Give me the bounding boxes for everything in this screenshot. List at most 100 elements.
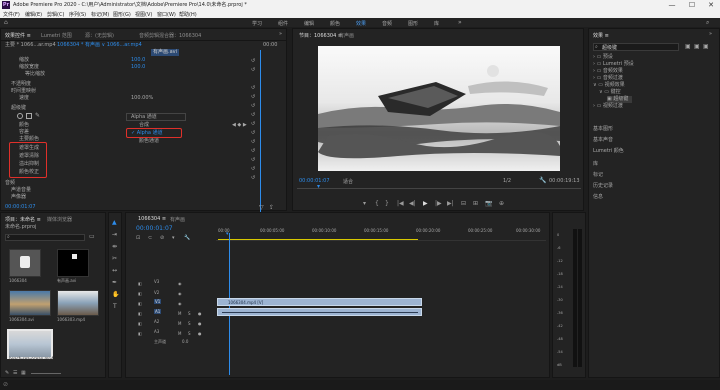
pen-tool-icon[interactable]: ✒ (112, 279, 117, 286)
home-icon[interactable]: ⌂ (4, 19, 8, 26)
menu-graphics[interactable]: 图形(G) (113, 11, 131, 18)
timeline-timecode[interactable]: 00:00:01:07 (136, 225, 173, 232)
hand-tool-icon[interactable]: ✋ (112, 291, 119, 298)
thumb-1066303-mp4[interactable] (57, 290, 99, 316)
track-v3[interactable]: V3 (154, 279, 159, 284)
add-marker-button[interactable]: ▾ (363, 200, 366, 208)
32bit-effects-icon[interactable]: ▣ (694, 43, 700, 50)
thumb-sequence[interactable] (9, 249, 41, 277)
thumb-1066304-avi[interactable] (9, 290, 51, 316)
zoom-slider[interactable] (31, 373, 61, 374)
ellipse-mask-icon[interactable] (17, 113, 23, 119)
menu-marker[interactable]: 标记(M) (91, 11, 109, 18)
tab-media-browser[interactable]: 媒体浏览器 (47, 216, 72, 223)
panel-info[interactable]: 信息 (593, 194, 603, 201)
tree-lumetri-presets[interactable]: › ▭ Lumetri 预设 (593, 61, 634, 68)
workspace-learn[interactable]: 学习 (252, 20, 262, 27)
prop-scale-value[interactable]: 100.0 (131, 57, 145, 64)
tab-program-extra[interactable]: 有声画 (339, 32, 354, 39)
prop-speed-value[interactable]: 100.00% (131, 95, 153, 102)
snap-icon[interactable]: ⊂ (148, 235, 152, 241)
workspace-libraries[interactable]: 库 (434, 20, 439, 27)
panel-markers[interactable]: 标记 (593, 172, 603, 179)
menu-edit[interactable]: 编辑(E) (25, 11, 42, 18)
reset-icon[interactable]: ↺ ↺ ↺ ↺ ↺ ↺ ↺ ↺ ↺ ↺ ↺ ↺ ↺ (251, 57, 255, 183)
track-lock-icon[interactable]: ◧ ◧ ◧ ◧ ◧ ◧ (138, 279, 142, 339)
workspace-graphics[interactable]: 图形 (408, 20, 418, 27)
mark-out-button[interactable]: } (385, 200, 389, 208)
track-a2[interactable]: A2 (154, 319, 159, 324)
mark-in-button[interactable]: { (375, 200, 379, 208)
program-timecode[interactable]: 00:00:01:07 (299, 178, 330, 184)
tree-keying[interactable]: ∨ ▭ 键控 (599, 89, 621, 96)
type-tool-icon[interactable]: T (113, 303, 117, 310)
tab-audio-clip-mixer[interactable]: 音频剪辑混合器：1066304 (139, 32, 201, 39)
tab-sequence[interactable]: 1066304 ≡ (138, 216, 166, 222)
add-marker-icon[interactable]: ▾ (172, 235, 175, 241)
new-bin-icon[interactable]: ▭ (89, 233, 95, 240)
dropdown-option-alpha[interactable]: Alpha 通道 (131, 114, 157, 121)
thumb-audio-avi[interactable] (57, 249, 89, 277)
maximize-button[interactable]: ☐ (682, 0, 702, 10)
filter-icon[interactable]: ▽ (259, 204, 264, 211)
tab-effect-controls[interactable]: 效果控件 ≡ (5, 32, 31, 39)
slip-tool-icon[interactable]: ↔ (112, 267, 117, 274)
list-view-icon[interactable]: ☰ (13, 370, 17, 376)
program-scrubber[interactable] (297, 186, 581, 189)
minimize-button[interactable]: — (662, 0, 682, 10)
tab-project[interactable]: 项目：未命名 ≡ (5, 216, 41, 223)
track-a3[interactable]: A3 (154, 329, 159, 334)
tree-presets[interactable]: › ▭ 预设 (593, 54, 613, 61)
track-select-tool-icon[interactable]: ⇥ (112, 231, 117, 238)
clip-v1[interactable]: 1066304.mp4 [V] (217, 298, 422, 306)
tab-program[interactable]: 节目：1066304 ≡ (299, 32, 342, 39)
linked-selection-icon[interactable]: ⊘ (160, 235, 164, 241)
sequence-clip-label[interactable]: 1066304 * 有声画 ∨ 1066...ar.mp4 (57, 42, 142, 49)
keyframe-nav-icon[interactable]: ◀ ◆ ▶ (232, 122, 247, 128)
timeline-settings-icon[interactable]: 🔧 (184, 235, 190, 241)
workspace-assembly[interactable]: 组件 (278, 20, 288, 27)
track-v1[interactable]: V1 (154, 299, 162, 304)
quality-dropdown[interactable]: 1/2 (503, 178, 511, 184)
tab-sequence-2[interactable]: 有声画 (170, 216, 185, 223)
tab-lumetri-scopes[interactable]: Lumetri 范围 (41, 32, 72, 39)
panel-history[interactable]: 历史记录 (593, 183, 613, 190)
pencil-icon[interactable]: ✎ (5, 370, 9, 376)
workspace-color[interactable]: 颜色 (330, 20, 340, 27)
step-back-button[interactable]: ◀| (409, 200, 416, 208)
lift-button[interactable]: ⊟ (461, 200, 466, 208)
tree-ultra-key[interactable]: ▣ 超级键 (607, 96, 633, 103)
project-search-input[interactable]: ⌕ (5, 234, 85, 241)
play-button[interactable]: ▶ (423, 200, 428, 208)
track-a1[interactable]: A1 (154, 309, 162, 314)
export-frame-button[interactable]: 📷 (485, 200, 492, 208)
prop-scale-width-value[interactable]: 100.0 (131, 64, 145, 71)
menu-window[interactable]: 窗口(W) (157, 11, 176, 18)
thumb-beach-sea[interactable] (7, 329, 53, 359)
go-to-out-button[interactable]: ▶| (447, 200, 454, 208)
panel-lumetri-color[interactable]: Lumetri 颜色 (593, 148, 624, 155)
dropdown-option-color-channel[interactable]: 颜色通道 (139, 138, 159, 145)
effect-controls-timecode[interactable]: 00:00:01:07 (5, 204, 36, 211)
menu-file[interactable]: 文件(F) (3, 11, 20, 18)
step-forward-button[interactable]: |▶ (435, 200, 442, 208)
nest-icon[interactable]: ⊡ (136, 235, 140, 241)
menu-sequence[interactable]: 序列(S) (69, 11, 86, 18)
track-eye-icon[interactable]: ◉ ◉ ◉ (178, 279, 182, 309)
time-ruler[interactable]: 00:00 00:00:05:00 00:00:10:00 00:00:15:0… (216, 227, 546, 241)
search-icon[interactable]: ⌕ (706, 19, 709, 27)
icon-view-icon[interactable]: ▦ (21, 370, 26, 376)
track-v2[interactable]: V2 (154, 290, 159, 295)
track-solo-icon[interactable]: SSS (188, 309, 191, 339)
go-to-in-button[interactable]: |◀ (397, 200, 404, 208)
panel-libraries[interactable]: 库 (593, 161, 598, 168)
effects-menu-icon[interactable]: » (709, 31, 712, 37)
tree-audio-effects[interactable]: › ▭ 音频效果 (593, 68, 623, 75)
master-value[interactable]: 0.0 (182, 339, 188, 344)
menu-view[interactable]: 视图(V) (135, 11, 152, 18)
tab-source[interactable]: 源：(无剪辑) (85, 32, 114, 39)
panel-essential-graphics[interactable]: 基本图形 (593, 126, 613, 133)
ripple-edit-tool-icon[interactable]: ⇹ (112, 243, 117, 250)
selection-tool-icon[interactable]: ▲ (112, 219, 117, 226)
menu-clip[interactable]: 剪辑(C) (47, 11, 64, 18)
